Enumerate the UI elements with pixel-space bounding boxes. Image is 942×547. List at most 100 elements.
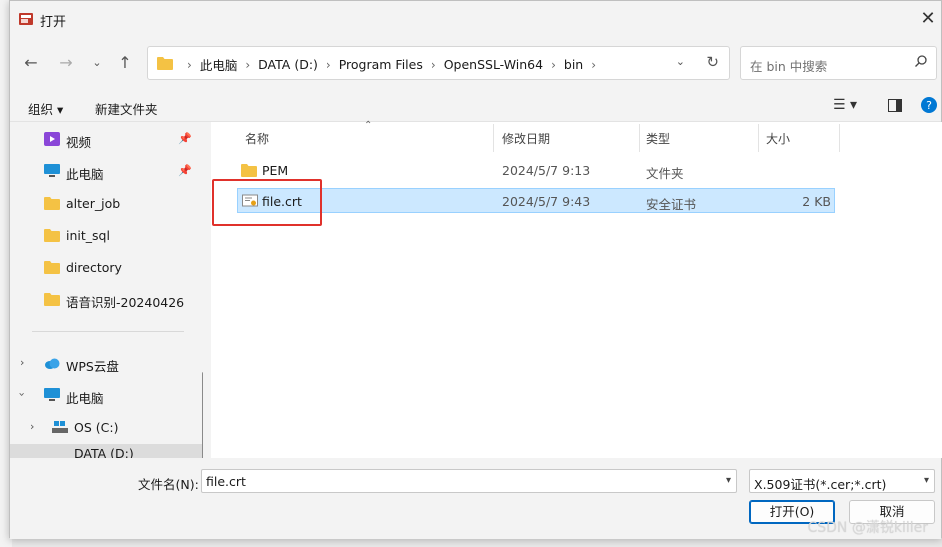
new-folder-button[interactable]: 新建文件夹: [95, 99, 158, 118]
sidebar-item-this-pc[interactable]: › 此电脑: [10, 380, 203, 410]
sidebar-item-this-pc-pinned[interactable]: 此电脑 📌: [10, 156, 203, 186]
file-date: 2024/5/7 9:43: [502, 194, 591, 209]
sidebar-item-label: DATA (D:): [74, 446, 134, 458]
file-size: 2 KB: [802, 194, 831, 209]
sidebar-item-label: 此电脑: [66, 167, 104, 182]
annotation-highlight: [212, 179, 322, 226]
organize-menu[interactable]: 组织 ▾: [28, 99, 63, 118]
back-arrow-icon[interactable]: ←: [19, 51, 43, 75]
sidebar-item-label: 此电脑: [66, 391, 104, 406]
folder-icon: [44, 293, 60, 306]
sidebar-item-label: 语音识别-20240426: [66, 295, 185, 310]
breadcrumb-item[interactable]: DATA (D:): [258, 57, 318, 72]
close-button[interactable]: ✕: [915, 7, 941, 31]
sort-ascending-icon: ⌃: [364, 120, 373, 131]
sidebar-item-data-d[interactable]: DATA (D:): [10, 444, 203, 458]
file-row-selected[interactable]: file.crt 2024/5/7 9:43 安全证书 2 KB: [237, 188, 835, 213]
breadcrumb-item[interactable]: OpenSSL-Win64: [444, 57, 543, 72]
column-divider: [493, 124, 494, 152]
filename-input[interactable]: file.crt ▾: [201, 469, 737, 493]
search-box[interactable]: 在 bin 中搜索: [740, 46, 937, 80]
sidebar-divider: [32, 331, 184, 332]
sidebar-item-label: 视频: [66, 135, 92, 150]
breadcrumb-separator-icon: ›: [430, 57, 436, 72]
chevron-down-icon[interactable]: ▾: [726, 475, 731, 486]
window-title: 打开: [40, 15, 67, 30]
help-icon[interactable]: ?: [921, 97, 937, 113]
file-list: ⌃ 名称 修改日期 类型 大小 PEM 2024/5/7 9:13 文件夹 fi…: [211, 120, 942, 458]
cloud-icon: [45, 358, 60, 369]
app-icon: [19, 13, 33, 25]
filetype-select[interactable]: X.509证书(*.cer;*.crt) ▾: [749, 469, 935, 493]
column-divider: [639, 124, 640, 152]
breadcrumb: › 此电脑 › DATA (D:) › Program Files › Open…: [179, 55, 604, 74]
filename-value: file.crt: [206, 474, 246, 489]
folder-icon: [44, 261, 60, 274]
pc-icon: [44, 164, 60, 177]
up-arrow-icon[interactable]: ↑: [113, 51, 137, 75]
file-name: PEM: [262, 163, 289, 178]
sidebar-item-label: WPS云盘: [66, 359, 119, 374]
column-divider: [758, 124, 759, 152]
pin-icon[interactable]: 📌: [178, 132, 192, 145]
open-file-dialog: 打开 ✕ ← → ⌄ ↑ › 此电脑 › DATA (D:) › Program…: [9, 0, 942, 539]
address-dropdown-chevron-icon[interactable]: ⌄: [676, 55, 685, 68]
filetype-value: X.509证书(*.cer;*.crt): [754, 477, 887, 492]
sidebar-item-label: alter_job: [66, 196, 121, 211]
sidebar-item-os-c[interactable]: › OS (C:): [10, 412, 203, 442]
column-header-size[interactable]: 大小: [766, 130, 790, 147]
expand-chevron-icon[interactable]: ›: [20, 356, 24, 369]
folder-icon: [157, 57, 173, 70]
address-bar[interactable]: › 此电脑 › DATA (D:) › Program Files › Open…: [147, 46, 730, 80]
chevron-down-icon[interactable]: ▾: [924, 475, 929, 486]
expand-chevron-icon[interactable]: ›: [30, 420, 34, 433]
sidebar-item-init-sql[interactable]: init_sql: [10, 220, 203, 250]
sidebar-scrollbar[interactable]: [202, 372, 203, 458]
sidebar-item-wps-cloud[interactable]: › WPS云盘: [10, 348, 203, 378]
filename-label: 文件名(N):: [138, 477, 199, 492]
title-bar: 打开 ✕: [10, 1, 941, 37]
breadcrumb-item[interactable]: bin: [564, 57, 583, 72]
expand-chevron-icon[interactable]: ›: [16, 392, 29, 396]
command-bar: 组织 ▾ 新建文件夹 ☰ ▾ ?: [10, 91, 941, 121]
breadcrumb-separator-icon: ›: [245, 57, 251, 72]
file-type: 安全证书: [646, 197, 697, 212]
sidebar-item-alter-job[interactable]: alter_job: [10, 188, 203, 218]
navigation-bar: ← → ⌄ ↑ › 此电脑 › DATA (D:) › Program File…: [10, 41, 941, 85]
preview-pane-icon[interactable]: [888, 99, 902, 112]
sidebar-item-label: init_sql: [66, 228, 110, 243]
breadcrumb-separator-icon: ›: [187, 57, 192, 72]
navigation-pane: 视频 📌 此电脑 📌 alter_job init_sql directory …: [10, 122, 203, 458]
recent-locations-chevron-icon[interactable]: ⌄: [85, 51, 109, 75]
column-header-date[interactable]: 修改日期: [502, 130, 550, 147]
sidebar-item-videos[interactable]: 视频 📌: [10, 124, 203, 154]
file-row[interactable]: PEM 2024/5/7 9:13 文件夹: [237, 158, 835, 183]
file-date: 2024/5/7 9:13: [502, 163, 591, 178]
dialog-footer: 文件名(N): file.crt ▾ X.509证书(*.cer;*.crt) …: [10, 458, 941, 539]
column-header-name[interactable]: 名称: [245, 130, 269, 147]
breadcrumb-separator-icon: ›: [551, 57, 556, 72]
column-header-type[interactable]: 类型: [646, 130, 670, 147]
search-icon: [915, 55, 927, 67]
folder-icon: [44, 229, 60, 242]
refresh-icon[interactable]: ↻: [706, 53, 719, 71]
column-divider: [839, 124, 840, 152]
svg-text:?: ?: [926, 99, 932, 112]
watermark: CSDN @潇锐killer: [807, 520, 928, 536]
breadcrumb-separator-icon: ›: [591, 57, 597, 72]
folder-icon: [241, 164, 257, 177]
folder-icon: [44, 197, 60, 210]
sidebar-item-label: directory: [66, 260, 122, 275]
breadcrumb-item[interactable]: 此电脑: [200, 55, 238, 74]
search-placeholder: 在 bin 中搜索: [750, 59, 828, 74]
breadcrumb-item[interactable]: Program Files: [339, 57, 423, 72]
forward-arrow-icon[interactable]: →: [54, 51, 78, 75]
view-options-icon[interactable]: ☰ ▾: [833, 97, 857, 113]
sidebar-item-speech-recognition[interactable]: 语音识别-20240426: [10, 284, 203, 314]
sidebar-item-directory[interactable]: directory: [10, 252, 203, 282]
breadcrumb-separator-icon: ›: [325, 57, 331, 72]
drive-icon: [52, 421, 68, 433]
pin-icon[interactable]: 📌: [178, 164, 192, 177]
pc-icon: [44, 388, 60, 401]
file-type: 文件夹: [646, 166, 684, 181]
